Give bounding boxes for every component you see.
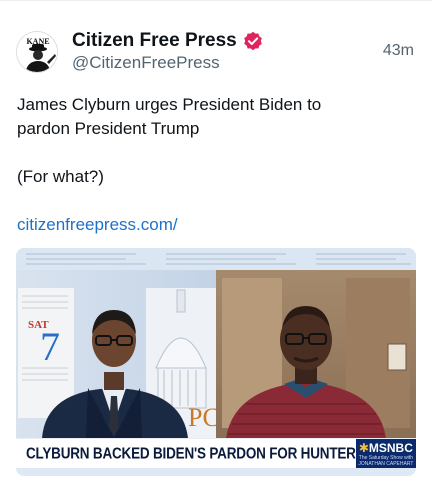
- network-name-row: ✱MSNBC: [359, 441, 413, 455]
- top-divider: [0, 0, 432, 8]
- news-chyron: CLYBURN BACKED BIDEN'S PARDON FOR HUNTER…: [16, 439, 416, 468]
- post-timestamp[interactable]: 43m: [383, 42, 414, 60]
- network-logo: ✱MSNBC The Saturday Show with JONATHAN C…: [355, 439, 416, 468]
- author-name-row: Citizen Free Press: [72, 28, 263, 54]
- svg-text:PC: PC: [188, 403, 220, 432]
- chyron-text: CLYBURN BACKED BIDEN'S PARDON FOR HUNTER: [26, 444, 356, 463]
- post-text-line: (For what?): [17, 167, 104, 186]
- post-text-line: pardon President Trump: [17, 119, 200, 138]
- verified-badge-icon: [243, 31, 263, 51]
- avatar-image: KANE: [17, 32, 57, 72]
- peacock-icon: ✱: [358, 440, 369, 455]
- show-name-line-2: JONATHAN CAPEHART: [358, 460, 414, 467]
- author-handle[interactable]: @CitizenFreePress: [72, 53, 220, 73]
- calendar-date: 7: [40, 324, 60, 369]
- avatar[interactable]: KANE: [16, 31, 58, 73]
- author-name[interactable]: Citizen Free Press: [72, 30, 237, 52]
- post-text-line: James Clyburn urges President Biden to: [17, 95, 322, 114]
- network-name: MSNBC: [368, 440, 413, 455]
- post-link[interactable]: citizenfreepress.com/: [17, 215, 178, 235]
- post-text: James Clyburn urges President Biden to p…: [17, 93, 417, 189]
- media-bottom-strip: [16, 468, 416, 476]
